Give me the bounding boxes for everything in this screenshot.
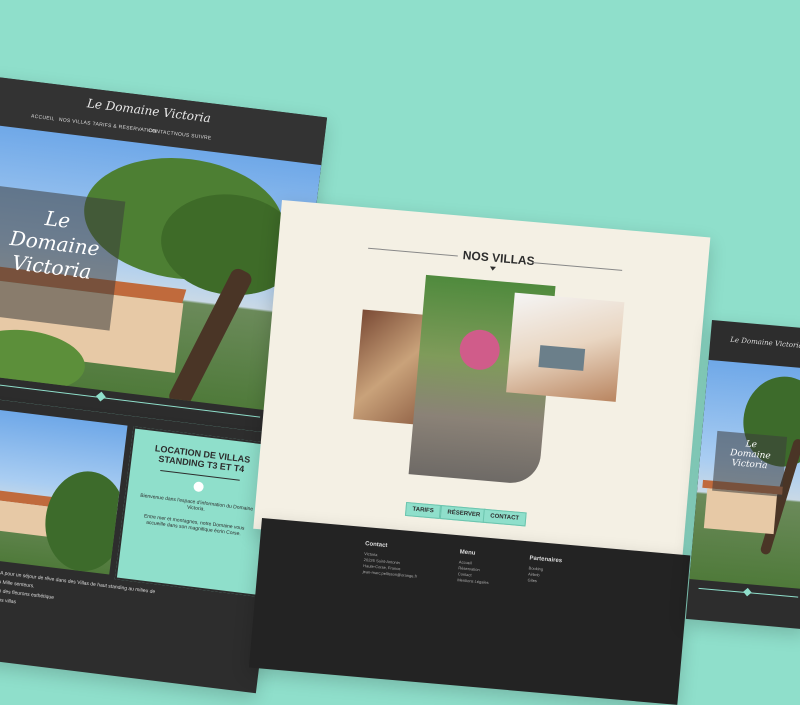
footer-partners-heading: Partenaires [529,555,563,565]
footer-partner-2[interactable]: Airbnb [528,571,540,577]
photo-collage [349,270,645,494]
contact-button[interactable]: CONTACT [482,508,527,527]
mobile-diamond-icon [743,587,752,597]
villas-title-line-right [532,262,623,271]
page: { "site": { "logo": "Le Domaine Victoria… [0,0,800,705]
reserver-button[interactable]: RÉSERVER [439,505,488,524]
footer-contact-heading: Contact [364,541,388,550]
footer-partner-3[interactable]: Gites [527,577,537,583]
nav-nous-suivre[interactable]: NOUS SUIVRE [174,131,212,142]
mobile-logo[interactable]: Le Domaine Victoria [730,336,800,350]
nav-accueil[interactable]: ACCUEIL [31,113,55,122]
location-section: LOCATION DE VILLAS STANDING T3 ET T4 Bie… [0,395,288,694]
nav-contact[interactable]: CONTACT [148,128,174,137]
footer-menu-mentions[interactable]: Mentions Légales [457,577,489,585]
collage-bedroom [506,292,625,402]
diamond-button-icon[interactable] [193,481,205,493]
footer-email-link[interactable]: jean-marc.pellisson@orange.fr [363,569,418,579]
site-logo[interactable]: Le Domaine Victoria [86,96,211,125]
villa-photo [0,404,128,575]
location-card: LOCATION DE VILLAS STANDING T3 ET T4 Bie… [114,426,277,597]
tarifs-button[interactable]: TARIFS [404,501,442,519]
chevron-down-icon [489,266,496,271]
nav-nos-villas[interactable]: NOS VILLAS [58,117,91,127]
villas-title-line-left [368,247,458,257]
villas-title: NOS VILLAS [462,248,536,269]
mobile-preview: Le Domaine Victoria Le Domaine Victoria [685,320,800,630]
diamond-icon [95,391,106,402]
mobile-title-overlay: Le Domaine Victoria [712,430,788,497]
nos-villas-section: NOS VILLAS TARIFS RÉSERVER CONTACT [253,200,711,567]
location-title: LOCATION DE VILLAS STANDING T3 ET T4 [154,443,251,475]
hero-title-overlay: Le Domaine Victoria [0,185,126,331]
mobile-hero-photo: Le Domaine Victoria [689,359,800,590]
footer-menu-heading: Menu [459,549,476,557]
